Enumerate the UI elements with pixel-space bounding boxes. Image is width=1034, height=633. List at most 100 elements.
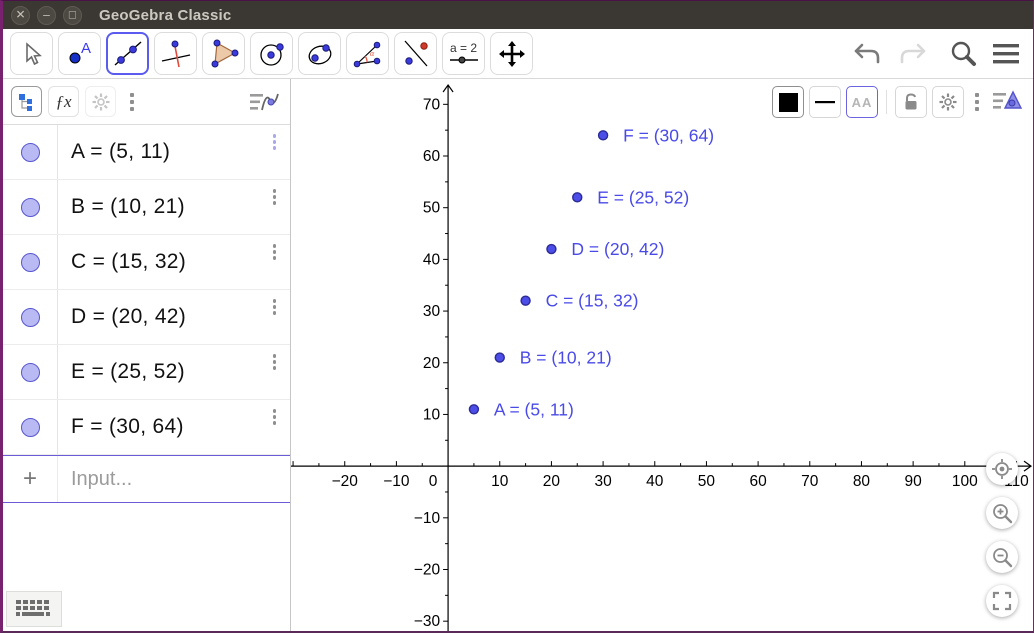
polygon-tool-button[interactable]: [202, 32, 245, 75]
redo-icon[interactable]: [897, 41, 927, 67]
point-label-A[interactable]: A = (5, 11): [494, 399, 574, 419]
plotted-point-F[interactable]: [599, 131, 608, 140]
close-window-button[interactable]: ✕: [11, 6, 30, 25]
svg-text:−20: −20: [414, 561, 441, 578]
point-label-B[interactable]: B = (10, 21): [520, 348, 612, 368]
zoom-out-button[interactable]: [986, 541, 1018, 573]
point-label-D[interactable]: D = (20, 42): [571, 239, 664, 259]
undo-icon[interactable]: [853, 41, 883, 67]
svg-text:α: α: [370, 49, 375, 58]
svg-text:30: 30: [594, 473, 612, 490]
algebra-row[interactable]: E = (25, 52): [3, 345, 290, 400]
lock-button[interactable]: [895, 86, 927, 118]
virtual-keyboard-button[interactable]: [6, 591, 62, 627]
svg-text:80: 80: [853, 473, 871, 490]
graphics-menu-icon[interactable]: [969, 89, 985, 115]
visibility-marble[interactable]: [21, 198, 40, 217]
algebra-item-text[interactable]: E = (25, 52): [71, 360, 185, 384]
color-swatch-button[interactable]: [772, 86, 804, 118]
reflect-tool-button[interactable]: [394, 32, 437, 75]
text-style-button[interactable]: AA: [846, 86, 878, 118]
svg-text:20: 20: [423, 355, 441, 372]
algebra-input-row: +: [3, 455, 290, 503]
plotted-point-C[interactable]: [521, 296, 530, 305]
color-swatch: [779, 93, 798, 112]
circle-tool-button[interactable]: [250, 32, 293, 75]
gear-icon: [91, 92, 111, 112]
menu-icon[interactable]: [991, 42, 1021, 66]
plotted-point-B[interactable]: [495, 353, 504, 362]
item-menu-icon[interactable]: [273, 134, 277, 150]
algebra-settings-button[interactable]: [85, 86, 116, 117]
algebra-item-text[interactable]: C = (15, 32): [71, 250, 186, 274]
algebra-input[interactable]: [58, 468, 290, 491]
add-input-icon[interactable]: +: [3, 456, 58, 502]
svg-text:70: 70: [801, 473, 819, 490]
move-graphics-view-tool-button[interactable]: [490, 32, 533, 75]
svg-text:10: 10: [491, 473, 509, 490]
algebra-item-text[interactable]: A = (5, 11): [71, 140, 170, 164]
visibility-marble[interactable]: [21, 253, 40, 272]
algebra-item-text[interactable]: D = (20, 42): [71, 305, 186, 329]
stylebar-toggle-icon[interactable]: [993, 88, 1023, 114]
svg-text:40: 40: [646, 473, 664, 490]
slider-tool-button[interactable]: a = 2: [442, 32, 485, 75]
circle-icon: [257, 39, 287, 69]
search-icon[interactable]: [949, 40, 977, 68]
line-style-button[interactable]: [809, 86, 841, 118]
point-tool-button[interactable]: A: [58, 32, 101, 75]
fx-icon: ƒx: [55, 92, 71, 112]
svg-text:50: 50: [698, 473, 716, 490]
fullscreen-button[interactable]: [986, 585, 1018, 617]
gear-icon: [938, 92, 958, 112]
cursor-icon: [19, 41, 45, 67]
item-menu-icon[interactable]: [273, 354, 277, 370]
point-label-C[interactable]: C = (15, 32): [546, 291, 639, 311]
svg-text:0: 0: [429, 473, 438, 490]
zoom-out-icon: [991, 546, 1013, 568]
algebra-item-text[interactable]: F = (30, 64): [71, 415, 184, 439]
item-menu-icon[interactable]: [273, 189, 277, 205]
maximize-window-button[interactable]: □: [63, 6, 82, 25]
svg-text:−10: −10: [414, 510, 441, 527]
plotted-point-D[interactable]: [547, 245, 556, 254]
line-tool-button[interactable]: [106, 32, 149, 75]
graphics-view[interactable]: −20−100102030405060708090100110706050403…: [291, 79, 1033, 631]
standard-view-button[interactable]: [986, 453, 1018, 485]
line-icon: [113, 39, 143, 69]
algebra-row[interactable]: C = (15, 32): [3, 235, 290, 290]
reflect-icon: [401, 39, 431, 69]
tree-view-button[interactable]: [11, 86, 42, 117]
visibility-marble[interactable]: [21, 308, 40, 327]
input-help-button[interactable]: ƒx: [48, 86, 79, 117]
minimize-window-button[interactable]: –: [37, 6, 56, 25]
unlock-icon: [901, 92, 921, 112]
point-label-E[interactable]: E = (25, 52): [597, 187, 689, 207]
point-label-F[interactable]: F = (30, 64): [623, 125, 714, 145]
angle-tool-button[interactable]: α: [346, 32, 389, 75]
perpendicular-line-tool-button[interactable]: [154, 32, 197, 75]
move-tool-button[interactable]: [10, 32, 53, 75]
algebra-menu-icon[interactable]: [122, 89, 142, 115]
fullscreen-icon: [992, 591, 1012, 611]
visibility-marble[interactable]: [21, 143, 40, 162]
coordinate-plane[interactable]: −20−100102030405060708090100110706050403…: [291, 79, 1033, 631]
algebra-row[interactable]: A = (5, 11): [3, 125, 290, 180]
item-menu-icon[interactable]: [273, 244, 277, 260]
algebra-row[interactable]: B = (10, 21): [3, 180, 290, 235]
graphics-settings-button[interactable]: [932, 86, 964, 118]
plotted-point-A[interactable]: [469, 405, 478, 414]
sort-objects-icon[interactable]: [250, 90, 280, 114]
item-menu-icon[interactable]: [273, 409, 277, 425]
algebra-style-bar: ƒx: [3, 79, 290, 125]
algebra-item-text[interactable]: B = (10, 21): [71, 195, 185, 219]
svg-text:60: 60: [749, 473, 767, 490]
plotted-point-E[interactable]: [573, 193, 582, 202]
algebra-row[interactable]: F = (30, 64): [3, 400, 290, 455]
zoom-in-button[interactable]: [986, 497, 1018, 529]
visibility-marble[interactable]: [21, 418, 40, 437]
item-menu-icon[interactable]: [273, 299, 277, 315]
conic-tool-button[interactable]: [298, 32, 341, 75]
visibility-marble[interactable]: [21, 363, 40, 382]
algebra-row[interactable]: D = (20, 42): [3, 290, 290, 345]
